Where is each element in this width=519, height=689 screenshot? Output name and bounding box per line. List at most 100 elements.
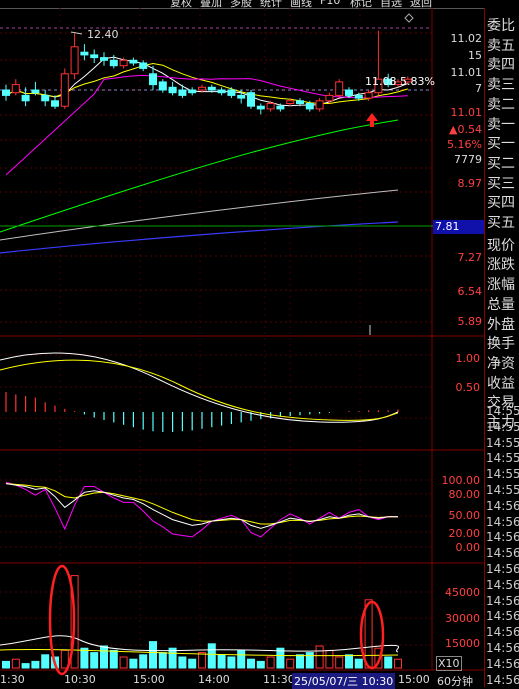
candle-body (70, 46, 79, 75)
candle-body (217, 89, 226, 94)
price-axis-label: 7.27 (457, 251, 483, 264)
candle-body (100, 57, 108, 61)
price-axis-label: 7779 (454, 153, 482, 166)
diamond-icon (404, 13, 414, 23)
volume-bar (217, 654, 226, 669)
volume-bar (158, 652, 167, 669)
tick-time: 14:55 (486, 435, 519, 450)
price-axis-label: 5.16% (447, 138, 482, 151)
candle-body (354, 94, 363, 99)
tick-time: 14:56 (486, 546, 519, 561)
volume-bar (256, 660, 265, 669)
volume-bar (227, 656, 236, 669)
candle-body (119, 59, 128, 67)
volume-bar (41, 654, 50, 669)
volume-bar (178, 656, 187, 669)
kdj-axis-label: 0.00 (455, 541, 481, 554)
candle-body (168, 86, 177, 94)
candle-body (149, 73, 157, 86)
quote-label: 卖三 (487, 77, 515, 94)
volume-bar (100, 645, 108, 669)
candle-body (41, 94, 50, 102)
volume-bar (286, 658, 295, 669)
volume-bar (168, 647, 177, 669)
price-axis-label: ▲0.54 (449, 123, 482, 136)
stock-chart[interactable] (0, 0, 519, 687)
volume-bar (247, 658, 255, 669)
volume-bar (325, 649, 334, 669)
candle-body (109, 59, 118, 67)
candle-body (266, 103, 275, 110)
volume-bar (266, 656, 275, 669)
quote-label: 外盘 (487, 316, 515, 333)
candle-body (51, 100, 59, 107)
volume-bar (354, 658, 363, 669)
volume-axis-label: 45000 (445, 586, 480, 599)
quote-label: 卖二 (487, 96, 515, 113)
volume-bar (119, 656, 128, 669)
x-axis-label: 14:00 (198, 673, 230, 686)
candle-body (207, 86, 216, 91)
candle-body (21, 94, 30, 102)
price-marker-label: 11.08 5.83% (365, 75, 435, 88)
quote-label: 涨幅 (487, 277, 515, 294)
candle-body (305, 103, 314, 110)
candle-body (256, 105, 265, 110)
volume-bar (345, 654, 353, 669)
tick-time: 14:56 (486, 514, 519, 529)
volume-unit-label: X10 (436, 656, 462, 671)
tick-time: 14:55 (486, 419, 519, 434)
volume-bar (188, 658, 197, 669)
quote-label: 买二 (487, 155, 515, 172)
volume-bar (109, 649, 118, 669)
kdj-axis-label: 20.00 (448, 527, 481, 540)
volume-bar (21, 663, 30, 669)
quote-label: 卖五 (487, 37, 515, 54)
candle-body (139, 62, 148, 69)
price-axis-label: 7 (475, 82, 482, 95)
volume-bar (198, 652, 206, 669)
volume-bar (90, 652, 99, 669)
kdj-j-line (5, 481, 398, 538)
price-axis-label: 11.01 (450, 106, 483, 119)
x-axis-label: 15:00 (133, 673, 165, 686)
price-axis-label: 6.54 (457, 285, 483, 298)
candle-body (80, 51, 89, 56)
candle-body (296, 100, 304, 105)
candle-body (364, 92, 373, 99)
quote-label: 现价 (487, 237, 515, 254)
kdj-axis-label: 50.00 (448, 509, 481, 522)
candle-body (188, 89, 197, 94)
volume-bar (237, 649, 246, 669)
candle-body (129, 59, 138, 64)
current-price-tag: 7.81 (433, 220, 486, 234)
quote-label: 买五 (487, 215, 515, 231)
macd-axis-label: 1.00 (455, 352, 481, 365)
volume-bar (315, 645, 324, 669)
quote-label: 总量 (487, 296, 515, 313)
candle-body (60, 73, 69, 107)
volume-bar (296, 654, 304, 669)
volume-bar (394, 658, 402, 669)
tick-time: 14:55 (486, 483, 519, 497)
price-axis-label: 11.01 (450, 66, 483, 79)
price-axis-label: 8.97 (457, 177, 483, 190)
candle-body (90, 54, 99, 59)
quote-label: 换手 (487, 336, 515, 353)
x-axis-label: 11:30 (263, 673, 295, 686)
tick-time: 14:56 (486, 625, 519, 640)
price-axis-label: 11.02 (450, 32, 483, 45)
quote-label: 卖四 (487, 57, 515, 74)
quote-label: 净资 (487, 355, 515, 372)
volume-bar (305, 652, 314, 669)
candle-body (227, 89, 236, 96)
macd-axis-label: 0.50 (455, 381, 481, 394)
candle-body (31, 89, 40, 94)
volume-bar (335, 656, 344, 669)
volume-bar (364, 599, 373, 669)
x-axis-label: 15:00 (398, 673, 430, 686)
volume-bar (80, 647, 89, 669)
volume-axis-label: 30000 (445, 612, 480, 625)
quote-panel: 委比 卖五 卖四 卖三 卖二 卖一 买一 买二 买三 买四 买五 现价 涨跌 涨幅 总量 外盘 换手 净资 收益 交易… (484, 8, 519, 687)
volume-bar (207, 643, 216, 669)
